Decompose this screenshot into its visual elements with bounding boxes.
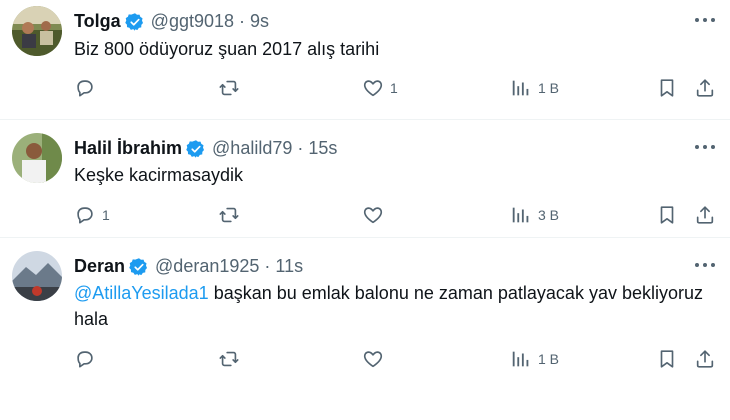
separator: ·	[264, 256, 271, 276]
mention-link[interactable]: @AtillaYesilada1	[74, 283, 209, 303]
retweet-button[interactable]	[218, 348, 246, 370]
bookmark-icon	[656, 77, 678, 99]
reply-icon	[74, 77, 96, 99]
views-count: 3 B	[538, 207, 560, 223]
retweet-button[interactable]	[218, 77, 246, 99]
retweet-icon	[218, 348, 240, 370]
author-handle[interactable]: @halild79	[212, 138, 292, 159]
reply-button[interactable]	[74, 77, 102, 99]
views-icon	[510, 348, 532, 370]
tweet[interactable]: Tolga @ggt9018 · 9s Biz 800 ödüyoruz şua…	[0, 0, 730, 120]
bookmark-button[interactable]	[656, 77, 678, 99]
reply-icon	[74, 348, 96, 370]
verified-badge-icon	[186, 139, 206, 159]
tweet-header: Deran @deran1925 · 11s	[74, 256, 303, 277]
views-icon	[510, 77, 532, 99]
author-name[interactable]: Halil İbrahim	[74, 138, 182, 159]
share-button[interactable]	[694, 348, 716, 370]
separator: ·	[239, 11, 246, 31]
tweet[interactable]: Deran @deran1925 · 11s @AtillaYesilada1 …	[0, 238, 730, 420]
retweet-icon	[218, 77, 240, 99]
share-icon	[694, 77, 716, 99]
author-name[interactable]: Deran	[74, 256, 125, 277]
timestamp[interactable]: 11s	[275, 256, 303, 277]
tweet-text: Keşke kacirmasaydik	[74, 165, 244, 185]
share-icon	[694, 348, 716, 370]
timestamp[interactable]: 15s	[308, 138, 337, 159]
more-icon[interactable]	[694, 262, 716, 268]
retweet-icon	[218, 204, 240, 226]
like-button[interactable]	[362, 348, 390, 370]
action-bar: 1 3 B	[0, 204, 730, 230]
author-handle[interactable]: @deran1925	[155, 256, 259, 277]
more-icon[interactable]	[694, 17, 716, 23]
bookmark-button[interactable]	[656, 204, 678, 226]
views-icon	[510, 204, 532, 226]
retweet-button[interactable]	[218, 204, 246, 226]
like-button[interactable]: 1	[362, 77, 398, 99]
verified-badge-icon	[129, 257, 149, 277]
like-icon	[362, 204, 384, 226]
action-bar: 1 1 B	[0, 77, 730, 103]
reply-button[interactable]: 1	[74, 204, 110, 226]
author-handle[interactable]: @ggt9018	[151, 11, 234, 32]
avatar[interactable]	[12, 133, 62, 183]
reply-icon	[74, 204, 96, 226]
like-count: 1	[390, 80, 398, 96]
avatar[interactable]	[12, 251, 62, 301]
tweet-text: Biz 800 ödüyoruz şuan 2017 alış tarihi	[74, 39, 380, 59]
like-icon	[362, 348, 384, 370]
share-button[interactable]	[694, 77, 716, 99]
views-count: 1 B	[538, 351, 560, 367]
action-bar: 1 B	[0, 348, 730, 374]
share-button[interactable]	[694, 204, 716, 226]
views-button[interactable]: 1 B	[510, 348, 559, 370]
tweet-header: Halil İbrahim @halild79 · 15s	[74, 138, 337, 159]
views-button[interactable]: 1 B	[510, 77, 559, 99]
reply-button[interactable]	[74, 348, 102, 370]
reply-count: 1	[102, 207, 110, 223]
tweet[interactable]: Halil İbrahim @halild79 · 15s Keşke kaci…	[0, 120, 730, 238]
more-icon[interactable]	[694, 144, 716, 150]
bookmark-icon	[656, 348, 678, 370]
tweet-header: Tolga @ggt9018 · 9s	[74, 11, 269, 32]
separator: ·	[297, 138, 304, 158]
like-button[interactable]	[362, 204, 390, 226]
avatar[interactable]	[12, 6, 62, 56]
like-icon	[362, 77, 384, 99]
share-icon	[694, 204, 716, 226]
bookmark-icon	[656, 204, 678, 226]
bookmark-button[interactable]	[656, 348, 678, 370]
views-count: 1 B	[538, 80, 560, 96]
verified-badge-icon	[125, 12, 145, 32]
timestamp[interactable]: 9s	[250, 11, 269, 32]
tweet-text: @AtillaYesilada1 başkan bu emlak balonu …	[74, 280, 710, 332]
views-button[interactable]: 3 B	[510, 204, 559, 226]
author-name[interactable]: Tolga	[74, 11, 121, 32]
